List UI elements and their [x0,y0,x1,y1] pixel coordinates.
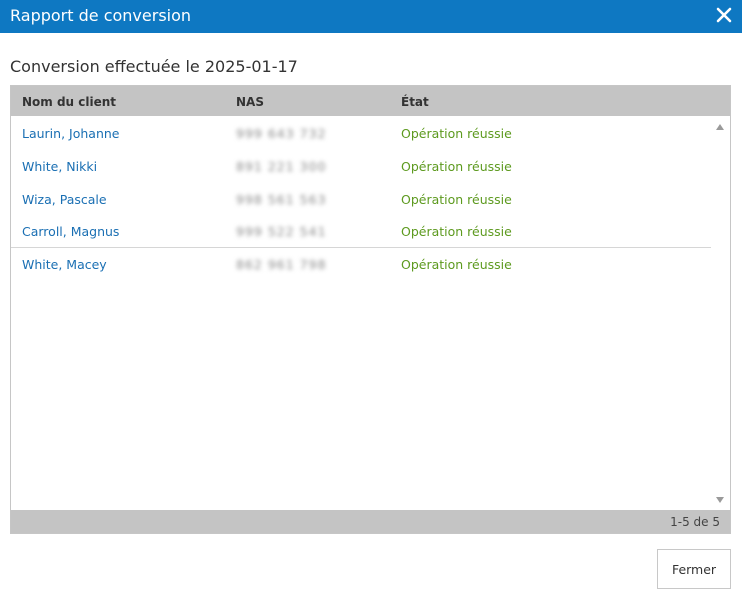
status-text: Opération réussie [401,159,512,174]
status-text: Opération réussie [401,126,512,141]
dialog-titlebar: Rapport de conversion [0,0,742,33]
nas-value: 862 961 798 [236,257,327,272]
nas-value: 891 221 300 [236,159,327,174]
table-row: Carroll, Magnus 999 522 541 Opération ré… [11,215,711,248]
column-header-client-name[interactable]: Nom du client [22,95,116,109]
table-row: Wiza, Pascale 998 561 563 Opération réus… [11,183,711,216]
close-button[interactable]: Fermer [657,549,731,589]
column-header-nas[interactable]: NAS [236,95,264,109]
scroll-down-arrow-icon[interactable] [716,497,724,503]
conversion-results-table: Nom du client NAS État Laurin, Johanne 9… [10,85,731,534]
status-text: Opération réussie [401,257,512,272]
status-text: Opération réussie [401,224,512,239]
nas-value: 998 561 563 [236,192,327,207]
column-header-state[interactable]: État [401,95,429,109]
vertical-scrollbar[interactable] [711,117,730,510]
nas-value: 999 643 732 [236,126,327,141]
table-header: Nom du client NAS État [11,86,730,116]
dialog-title: Rapport de conversion [10,6,192,25]
close-icon[interactable] [714,5,734,25]
scroll-up-arrow-icon[interactable] [716,124,724,130]
conversion-report-dialog: Rapport de conversion Conversion effectu… [0,0,742,600]
client-name-link[interactable]: Laurin, Johanne [22,126,119,141]
pagination-info: 1-5 de 5 [670,515,720,529]
status-text: Opération réussie [401,192,512,207]
client-name-link[interactable]: Wiza, Pascale [22,192,107,207]
table-row: Laurin, Johanne 999 643 732 Opération ré… [11,117,711,150]
table-row: White, Nikki 891 221 300 Opération réuss… [11,150,711,183]
table-row: White, Macey 862 961 798 Opération réuss… [11,247,711,281]
client-name-link[interactable]: White, Macey [22,257,107,272]
client-name-link[interactable]: Carroll, Magnus [22,224,119,239]
nas-value: 999 522 541 [236,224,327,239]
conversion-date-heading: Conversion effectuée le 2025-01-17 [10,57,298,76]
client-name-link[interactable]: White, Nikki [22,159,97,174]
table-body: Laurin, Johanne 999 643 732 Opération ré… [11,117,711,510]
table-footer: 1-5 de 5 [11,510,730,533]
